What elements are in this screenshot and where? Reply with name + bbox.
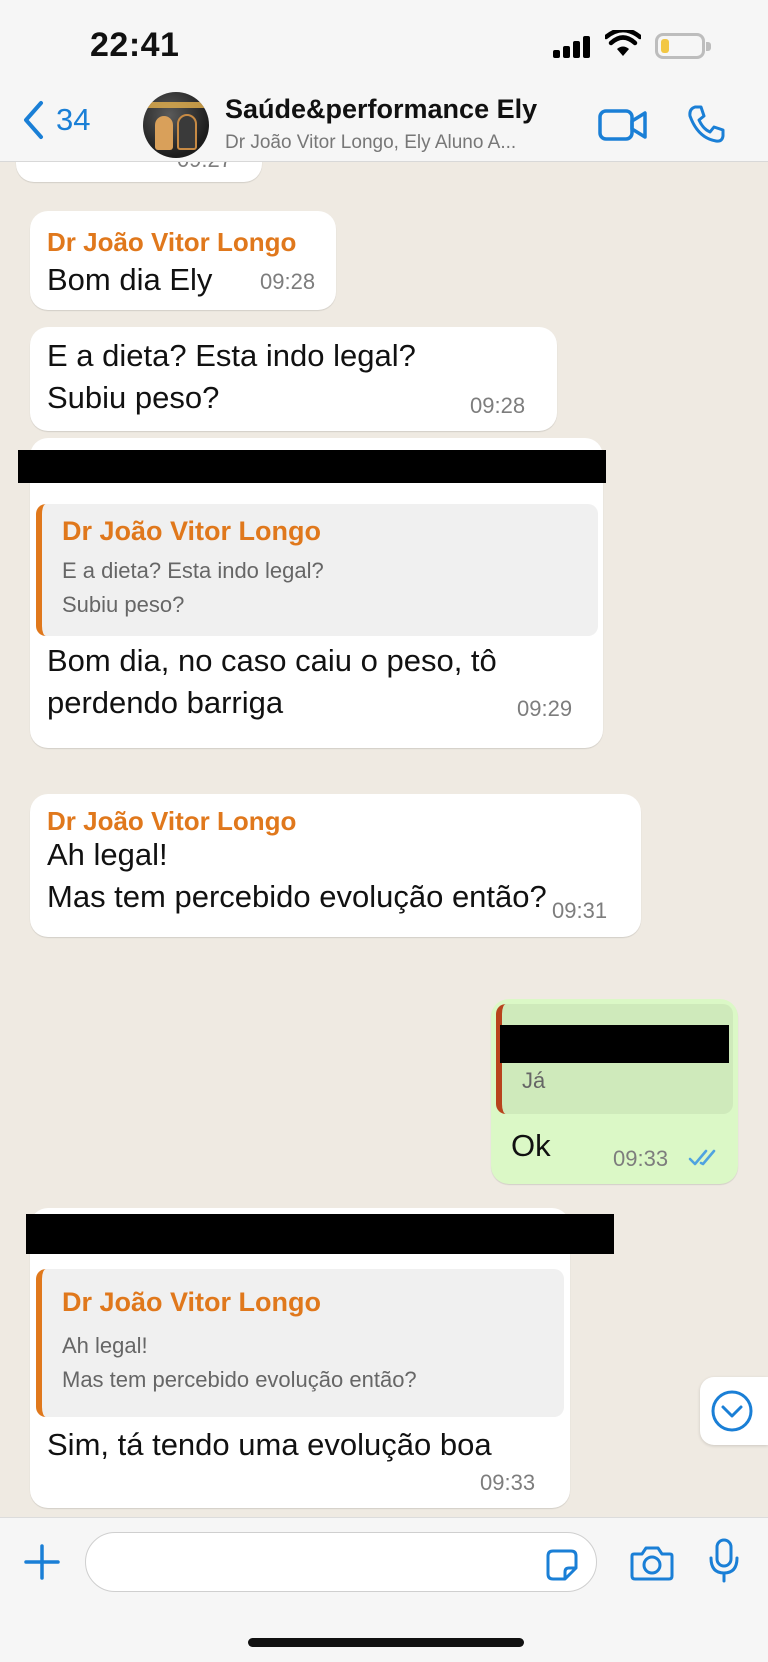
message-timestamp: 09:31 [552,898,608,923]
home-indicator [248,1638,524,1647]
message-bubble[interactable]: Dr João Vitor Longo E a dieta? Esta indo… [18,438,606,748]
message-text: Sim, tá tendo uma evolução boa [47,1427,492,1462]
video-call-icon[interactable] [598,108,648,142]
redacted-sender [18,450,606,483]
message-bubble[interactable]: E a dieta? Esta indo legal? Subiu peso? … [30,327,557,431]
status-bar: 22:41 [0,0,768,90]
status-time: 22:41 [90,26,180,64]
message-timestamp: 09:33 [613,1146,669,1171]
group-avatar[interactable] [143,92,209,158]
quoted-message[interactable]: Dr João Vitor Longo E a dieta? Esta indo… [36,504,598,636]
read-receipt-icon [688,1149,716,1166]
unread-count: 34 [56,102,91,137]
message-timestamp: 09:27 [177,162,232,173]
wifi-icon [605,30,641,56]
quoted-text: E a dieta? Esta indo legal? Subiu peso? [62,558,324,617]
message-bubble-outgoing[interactable]: Já Ok 09:33 [491,999,738,1184]
sender-name[interactable]: Dr João Vitor Longo [47,227,296,258]
message-bubble[interactable]: Dr João Vitor Longo Bom dia Ely 09:28 [30,211,336,310]
chat-area[interactable]: 09:27 Dr João Vitor Longo Bom dia Ely 09… [0,162,768,1517]
message-timestamp: 09:29 [517,696,573,721]
chat-title[interactable]: Saúde&performance Ely [225,94,537,125]
message-input[interactable] [106,1543,526,1583]
chevron-down-circle-icon [711,1390,753,1432]
sticker-icon[interactable] [545,1548,579,1582]
phone-icon[interactable] [686,104,726,144]
signal-icon [553,36,591,58]
message-timestamp: 09:28 [260,269,316,294]
back-button[interactable]: 34 [22,100,90,140]
message-bubble[interactable]: 09:27 [16,162,262,182]
quoted-sender: Dr João Vitor Longo [62,516,322,546]
quoted-message[interactable]: Dr João Vitor Longo Ah legal! Mas tem pe… [36,1269,564,1417]
redacted-sender [26,1214,614,1254]
chevron-left-icon [24,101,43,139]
chat-members[interactable]: Dr João Vitor Longo, Ely Aluno A... [225,132,516,154]
quoted-text: Já [522,1068,546,1093]
message-bubble[interactable]: Dr João Vitor Longo Ah legal! Mas tem pe… [30,794,641,937]
redacted-sender [500,1025,729,1063]
message-timestamp: 09:33 [480,1470,536,1495]
message-text: Bom dia Ely [47,262,213,297]
message-text: Ah legal! Mas tem percebido evolução ent… [47,837,547,914]
message-timestamp: 09:28 [470,393,526,418]
sender-name[interactable]: Dr João Vitor Longo [47,806,296,837]
message-text: E a dieta? Esta indo legal? Subiu peso? [47,338,416,415]
message-field[interactable] [85,1532,597,1592]
composer-bar [0,1517,768,1662]
message-text: Bom dia, no caso caiu o peso, tô perdend… [47,643,497,720]
camera-icon[interactable] [630,1544,674,1582]
scroll-to-bottom-button[interactable] [700,1377,768,1445]
quoted-text: Ah legal! Mas tem percebido evolução ent… [62,1333,417,1392]
message-bubble[interactable]: Dr João Vitor Longo Ah legal! Mas tem pe… [26,1208,614,1508]
message-text: Ok [511,1128,551,1163]
plus-icon[interactable] [22,1542,62,1582]
chat-header: 34 Saúde&performance Ely Dr João Vitor L… [0,90,768,162]
microphone-icon[interactable] [708,1538,740,1584]
battery-icon [655,33,711,59]
quoted-sender: Dr João Vitor Longo [62,1287,322,1317]
